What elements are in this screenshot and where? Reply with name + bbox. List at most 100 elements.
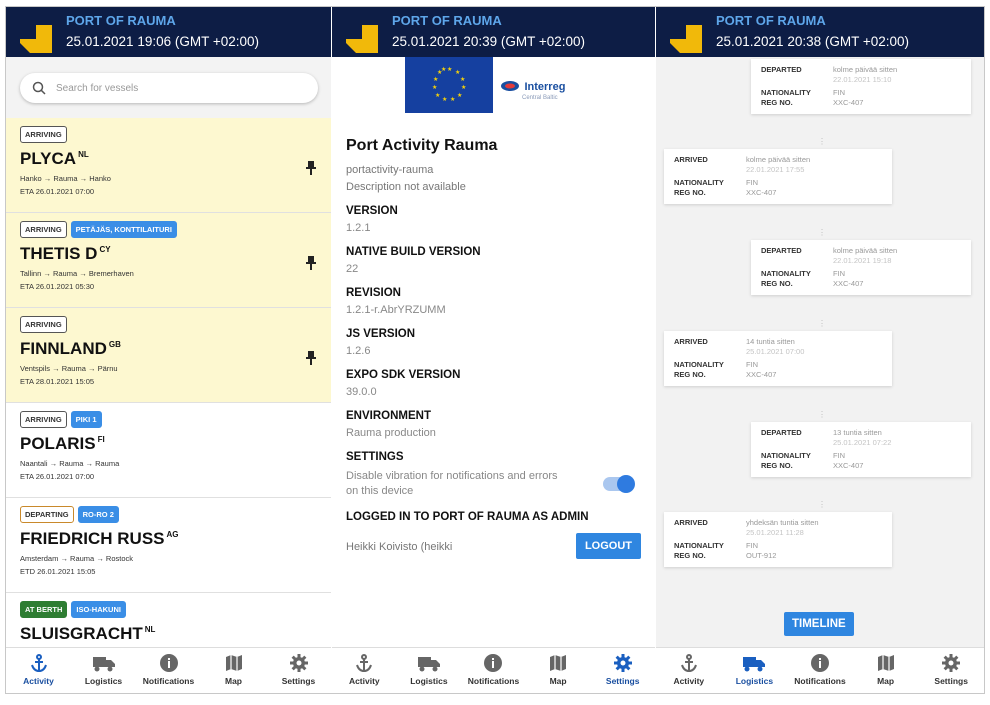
vessel-card[interactable]: ARRIVING PLYCA NL Hanko → Rauma → Hanko ETA …	[6, 118, 331, 213]
status-badge: AT BERTH	[20, 601, 68, 618]
arrow-right-icon: →	[85, 459, 94, 468]
vessel-eta: ETA 28.01.2021 15:05	[20, 377, 95, 386]
event-type: ARRIVED	[674, 518, 708, 527]
gear-icon	[268, 652, 330, 674]
nav-label: Activity	[348, 676, 380, 686]
nav-label: Notifications	[142, 676, 195, 686]
svg-text:★: ★	[435, 92, 440, 99]
nationality-label: NATIONALITY	[761, 88, 811, 97]
revision-value: 1.2.1-r.AbrYRZUMM	[346, 304, 446, 316]
vessel-route: Naantali → Rauma → Rauma	[20, 459, 317, 468]
settings-screen: PORT OF RAUMA 25.01.2021 20:39 (GMT +02:…	[332, 7, 655, 693]
vessel-timeline-screen: PORT OF RAUMA 25.01.2021 20:38 (GMT +02:…	[656, 7, 984, 693]
vessel-name-row: POLARIS FI	[20, 434, 317, 454]
svg-text:★: ★	[441, 66, 446, 73]
event-relative-time: kolme päivää sitten	[833, 246, 898, 255]
pin-icon[interactable]	[305, 350, 317, 371]
event-type: DEPARTED	[761, 246, 802, 255]
reg-no-label: REG NO.	[674, 551, 706, 560]
vessel-name: POLARIS	[20, 434, 96, 453]
svg-text:★: ★	[447, 66, 452, 73]
nationality-label: NATIONALITY	[761, 269, 811, 278]
vessel-flag: NL	[78, 150, 89, 160]
vessel-badges: ARRIVING PETÄJÄS, KONTTILAITURI	[20, 221, 317, 238]
vessel-name: PLYCA	[20, 149, 77, 168]
nav-activity[interactable]: Activity	[333, 648, 395, 693]
vessel-flag: AG	[166, 530, 179, 540]
svg-text:★: ★	[442, 96, 447, 103]
user-name: Heikki Koivisto (heikki	[346, 541, 453, 553]
svg-text:★: ★	[455, 69, 460, 76]
timeline-connector: ⋮	[818, 410, 826, 419]
timeline-event-departed: DEPARTED kolme päivää sitten 22.01.2021 15…	[751, 59, 971, 114]
svg-text:★: ★	[461, 84, 466, 91]
vessel-name-row: THETIS D CY	[20, 244, 317, 264]
reg-no-label: REG NO.	[674, 188, 706, 197]
app-title: PORT OF RAUMA	[392, 13, 502, 28]
environment-label: ENVIRONMENT	[346, 410, 431, 422]
timeline-button[interactable]: TIMELINE	[784, 612, 854, 636]
gear-icon	[592, 652, 654, 674]
route-port: Hanko	[20, 174, 42, 183]
event-time: 25.01.2021 11:28	[746, 528, 804, 537]
logout-button[interactable]: LOGOUT	[575, 533, 641, 559]
vessel-card[interactable]: DEPARTING RO-RO 2 FRIEDRICH RUSS AG Amsterda…	[6, 498, 331, 593]
timeline-connector: ⋮	[818, 319, 826, 328]
route-port: Ventspils	[20, 364, 51, 373]
vessel-route: Hanko → Rauma → Hanko	[20, 174, 317, 183]
nav-notifications[interactable]: Notifications	[138, 648, 200, 693]
search-placeholder: Search for vessels	[56, 82, 139, 94]
nav-map[interactable]: Map	[855, 648, 917, 693]
vessel-badges: ARRIVING	[20, 316, 317, 333]
nav-settings[interactable]: Settings	[920, 648, 982, 693]
nav-logistics[interactable]: Logistics	[73, 648, 135, 693]
vibration-toggle[interactable]	[603, 475, 635, 493]
nav-label: Activity	[23, 676, 54, 686]
nav-logistics[interactable]: Logistics	[723, 648, 785, 693]
nav-logistics[interactable]: Logistics	[398, 648, 460, 693]
nationality-value: FIN	[746, 360, 759, 369]
nationality-value: FIN	[746, 541, 759, 550]
nav-settings[interactable]: Settings	[592, 648, 654, 693]
svg-text:★: ★	[450, 96, 455, 103]
nav-map[interactable]: Map	[527, 648, 589, 693]
nav-activity[interactable]: Activity	[8, 648, 70, 693]
vibration-setting-text: Disable vibration for notifications and …	[346, 470, 558, 497]
nav-notifications[interactable]: Notifications	[462, 648, 524, 693]
vessel-badges: ARRIVING	[20, 126, 317, 143]
info-icon	[462, 652, 524, 674]
vessel-search-input[interactable]: Search for vessels	[20, 73, 318, 103]
route-port: Rauma	[59, 459, 84, 468]
activity-screen: PORT OF RAUMA 25.01.2021 19:06 (GMT +02:…	[6, 7, 331, 693]
vessel-card[interactable]: ARRIVING PETÄJÄS, KONTTILAITURI THETIS D CY…	[6, 213, 331, 308]
vessel-route: Amsterdam → Rauma → Rostock	[20, 554, 317, 563]
nationality-value: FIN	[833, 269, 846, 278]
port-logo	[346, 25, 378, 53]
native-build-value: 22	[346, 263, 359, 275]
pin-icon[interactable]	[305, 255, 317, 276]
nav-label: Logistics	[410, 676, 448, 686]
vessel-card[interactable]: ARRIVING FINNLAND GB Ventspils → Rauma → Pä…	[6, 308, 331, 403]
nav-map[interactable]: Map	[203, 648, 265, 693]
expo-sdk-label: EXPO SDK VERSION	[346, 369, 461, 381]
vessel-flag: FI	[97, 435, 105, 445]
route-port: Rauma	[52, 269, 78, 278]
js-version-value: 1.2.6	[346, 345, 371, 357]
arrow-right-icon: →	[43, 269, 51, 278]
nav-settings[interactable]: Settings	[268, 648, 330, 693]
route-port: Amsterdam	[20, 554, 59, 563]
vibration-setting: Disable vibration for notifications and …	[346, 469, 641, 499]
nav-label: Map	[877, 676, 895, 686]
vessel-badges: ARRIVING PIKI 1	[20, 411, 317, 428]
vessel-card[interactable]: ARRIVING PIKI 1 POLARIS FI Naantali → Rauma …	[6, 403, 331, 498]
status-badge: ARRIVING	[20, 126, 67, 143]
pin-icon[interactable]	[305, 160, 317, 181]
app-title: PORT OF RAUMA	[66, 13, 176, 28]
svg-text:★: ★	[433, 76, 438, 83]
nav-activity[interactable]: Activity	[658, 648, 720, 693]
nationality-value: FIN	[833, 451, 846, 460]
route-port: Rauma	[95, 459, 120, 468]
status-badge: PETÄJÄS, KONTTILAITURI	[70, 221, 177, 238]
nav-label: Logistics	[84, 676, 123, 686]
nav-notifications[interactable]: Notifications	[789, 648, 851, 693]
